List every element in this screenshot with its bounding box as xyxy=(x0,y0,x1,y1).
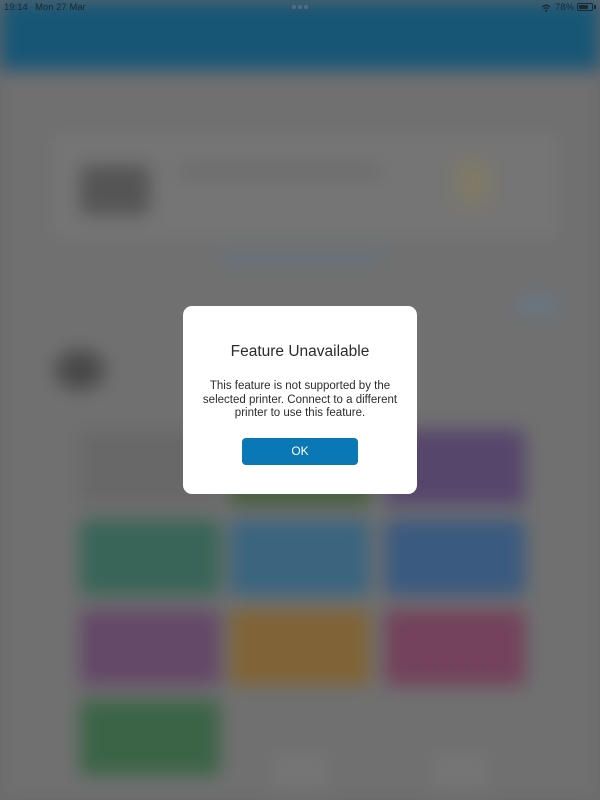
screen: 19:14 Mon 27 Mar 78% Feature Unavailable… xyxy=(0,0,600,800)
alert-message: This feature is not supported by the sel… xyxy=(202,380,398,419)
ok-button[interactable]: OK xyxy=(242,438,358,465)
alert-title: Feature Unavailable xyxy=(230,343,370,360)
alert-dialog: Feature Unavailable This feature is not … xyxy=(183,306,417,494)
